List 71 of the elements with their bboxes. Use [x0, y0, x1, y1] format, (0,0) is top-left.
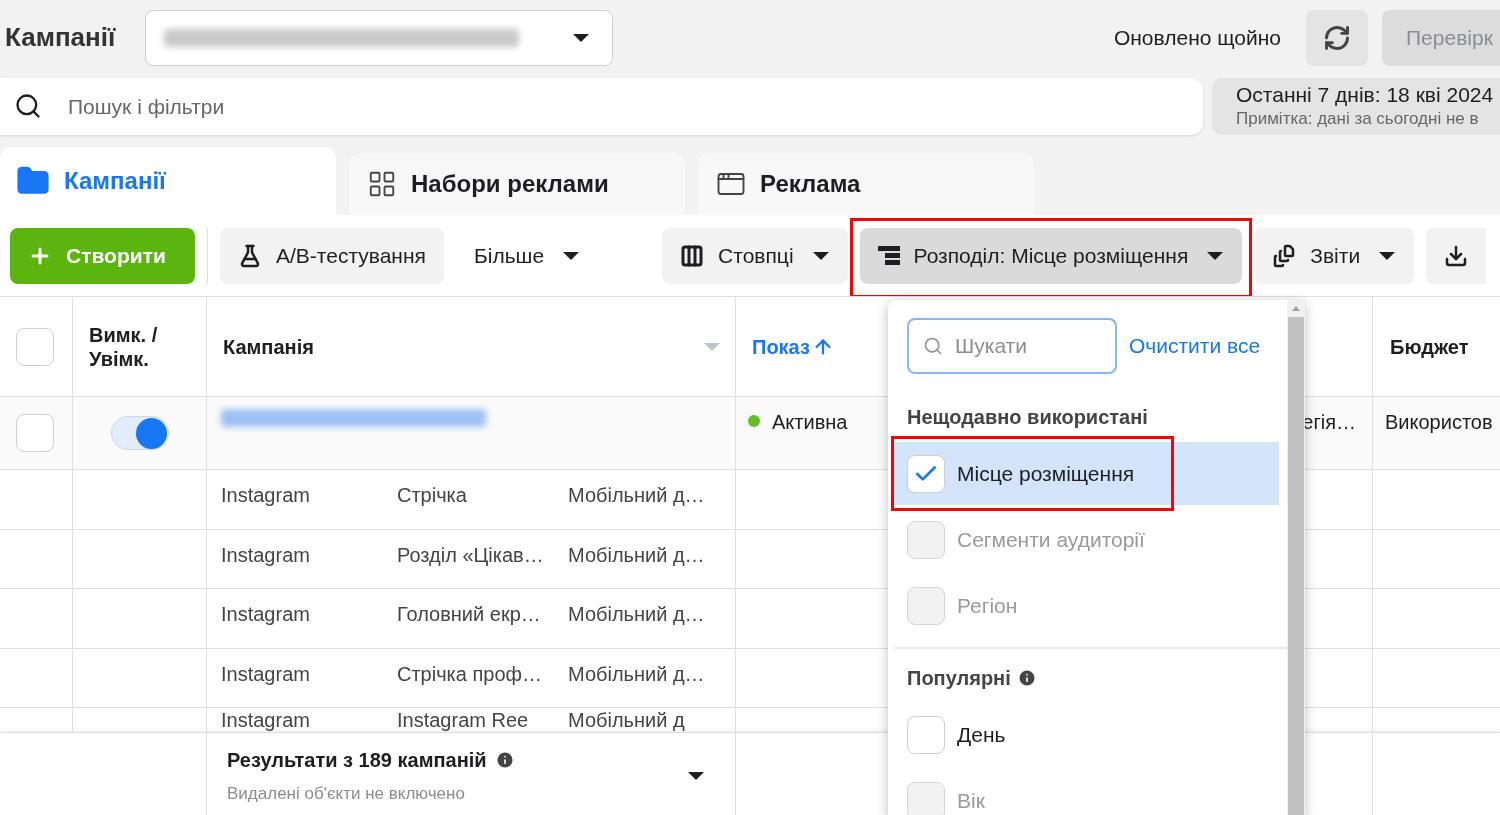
table-cell: Використов — [1385, 411, 1493, 433]
blurred-campaign-link[interactable] — [221, 409, 486, 427]
scrollbar[interactable] — [1287, 300, 1305, 815]
documents-icon — [1272, 243, 1297, 268]
toolbar-button[interactable]: Більше — [455, 227, 599, 284]
caret-icon — [811, 250, 830, 261]
toolbar-button[interactable]: A/B-тестування — [220, 227, 444, 284]
info-icon — [494, 749, 515, 770]
caret-icon — [687, 770, 705, 781]
table-cell-text: Стрічка проф… — [397, 661, 543, 687]
grid-icon — [367, 169, 397, 199]
download-icon — [1444, 243, 1469, 268]
table-cell-text: Мобільний д… — [568, 602, 705, 627]
columns-icon — [680, 243, 705, 268]
toggle-switch[interactable] — [110, 416, 169, 450]
toolbar-button[interactable]: Звіти — [1254, 227, 1415, 284]
refresh-icon — [1323, 23, 1351, 52]
status-text: Активна — [772, 410, 848, 435]
column-header[interactable]: Кампанія — [223, 331, 314, 362]
checkbox[interactable] — [907, 715, 945, 754]
tab[interactable]: Кампанії — [0, 147, 336, 215]
menu-search-field[interactable]: Шукати — [907, 318, 1117, 374]
export-button[interactable] — [1426, 227, 1487, 284]
table-cell-text: Стрічка — [397, 483, 468, 508]
toolbar-button[interactable]: Розподіл: Місце розміщення — [859, 227, 1243, 284]
scroll-up-arrow-icon — [1292, 306, 1300, 311]
table-cell-text: Instagram — [221, 661, 311, 687]
toolbar-button[interactable]: Стовпці — [662, 227, 848, 284]
clear-all-link[interactable]: Очистити все — [1129, 330, 1261, 362]
caret-icon — [1378, 250, 1397, 261]
column-header[interactable]: Показ — [752, 331, 834, 362]
caret-icon — [572, 32, 590, 43]
table-cell-text: Мобільний д… — [568, 483, 705, 508]
table-cell-text: Instagram Ree — [397, 709, 530, 731]
stacked-bars-icon — [877, 245, 900, 266]
table-cell-text: Головний екр… — [397, 602, 542, 627]
updated-status: Оновлено щойно — [1113, 24, 1281, 51]
table-cell-text: Розділ «Цікав… — [397, 542, 545, 568]
menu-item[interactable]: День — [894, 703, 1279, 766]
date-range-label: Останні 7 днів: 18 кві 2024 — [1236, 82, 1495, 108]
menu-section-title: Нещодавно використані — [907, 405, 1148, 430]
table-cell-text: Instagram — [221, 542, 311, 568]
table-cell-text: Instagram — [221, 709, 311, 731]
column-header[interactable]: Бюджет — [1390, 331, 1469, 362]
account-dropdown[interactable] — [145, 9, 613, 66]
menu-item[interactable]: Місце розміщення — [894, 442, 1279, 505]
results-note: Видалені об'єкти не включено — [227, 782, 466, 805]
results-summary: Результати з 189 кампаній — [227, 747, 487, 773]
table-cell-text: Мобільний д… — [568, 542, 705, 568]
date-range-picker[interactable]: Останні 7 днів: 18 кві 2024 Примітка: дані за сьогодні не в — [1212, 78, 1500, 135]
checkbox[interactable] — [907, 454, 945, 493]
flask-icon — [238, 243, 262, 268]
table-cell-text: Instagram — [221, 483, 311, 508]
caret-icon — [562, 250, 581, 261]
date-range-note: Примітка: дані за сьогодні не в — [1236, 108, 1480, 130]
menu-section-title: Популярні — [907, 666, 1011, 691]
table-cell-text: Instagram — [221, 602, 311, 627]
search-icon — [923, 336, 943, 356]
table-cell-text: Мобільний д… — [568, 661, 705, 687]
checkbox[interactable] — [16, 327, 54, 366]
search-icon — [14, 92, 42, 120]
refresh-button[interactable] — [1306, 9, 1368, 66]
page-title: Кампанії — [5, 21, 117, 54]
table-cell: Мобільний д — [568, 709, 685, 731]
checkbox[interactable] — [16, 414, 54, 452]
tab[interactable]: Набори реклами — [349, 153, 685, 215]
sort-caret-icon — [703, 341, 721, 352]
column-header[interactable]: Вимк. / Увімк. — [89, 322, 206, 371]
caret-icon — [1206, 250, 1225, 261]
tab[interactable]: Реклама — [698, 153, 1034, 215]
search-field[interactable]: Пошук і фільтри — [0, 78, 1203, 135]
